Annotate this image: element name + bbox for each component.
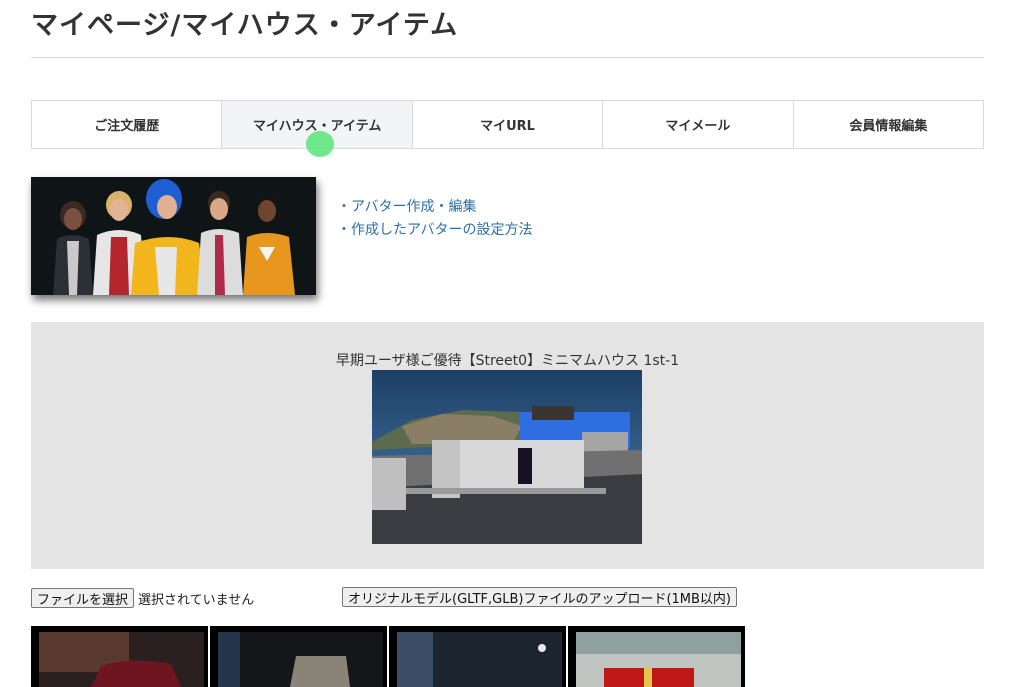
featured-house-title: 早期ユーザ様ご優待【Street0】ミニマムハウス 1st-1 [335,353,680,369]
mypage-tabs: ご注文履歴 マイハウス・アイテム マイURL マイメール 会員情報編集 [31,100,984,149]
title-divider [31,57,984,58]
tab-my-mail[interactable]: マイメール [603,101,794,148]
room-item-render [389,626,566,687]
item-thumbnail[interactable] [31,626,208,687]
featured-house-panel: 早期ユーザ様ご優待【Street0】ミニマムハウス 1st-1 [31,322,984,569]
gift-box-item-render [568,626,745,687]
item-thumbnail[interactable] [210,626,387,687]
featured-house-image[interactable] [372,370,642,544]
item-thumbnail[interactable] [568,626,745,687]
tab-order-history[interactable]: ご注文履歴 [32,101,223,148]
tab-my-url[interactable]: マイURL [412,101,604,148]
chair-item-render [210,626,387,687]
cursor-highlight [306,131,334,157]
sofa-item-render [31,626,208,687]
avatar-setting-guide-link[interactable]: ・作成したアバターの設定方法 [337,219,532,242]
tab-member-info-edit[interactable]: 会員情報編集 [793,101,984,148]
file-status-text: 選択されていません [138,592,255,608]
avatar-banner-image[interactable] [31,177,316,295]
avatar-group-illustration [31,177,316,295]
avatar-links: ・アバター作成・編集 ・作成したアバターの設定方法 [337,196,532,242]
page-title: マイページ/マイハウス・アイテム [31,10,459,41]
choose-file-button[interactable]: ファイルを選択 [31,588,135,608]
upload-model-button[interactable]: オリジナルモデル(GLTF,GLB)ファイルのアップロード(1MB以内) [342,587,738,607]
minimum-house-render [372,370,642,544]
item-thumbnail[interactable] [389,626,566,687]
file-chooser-row: ファイルを選択 選択されていません [31,587,254,609]
item-thumbnail-grid [31,626,745,687]
avatar-create-edit-link[interactable]: ・アバター作成・編集 [337,196,532,219]
